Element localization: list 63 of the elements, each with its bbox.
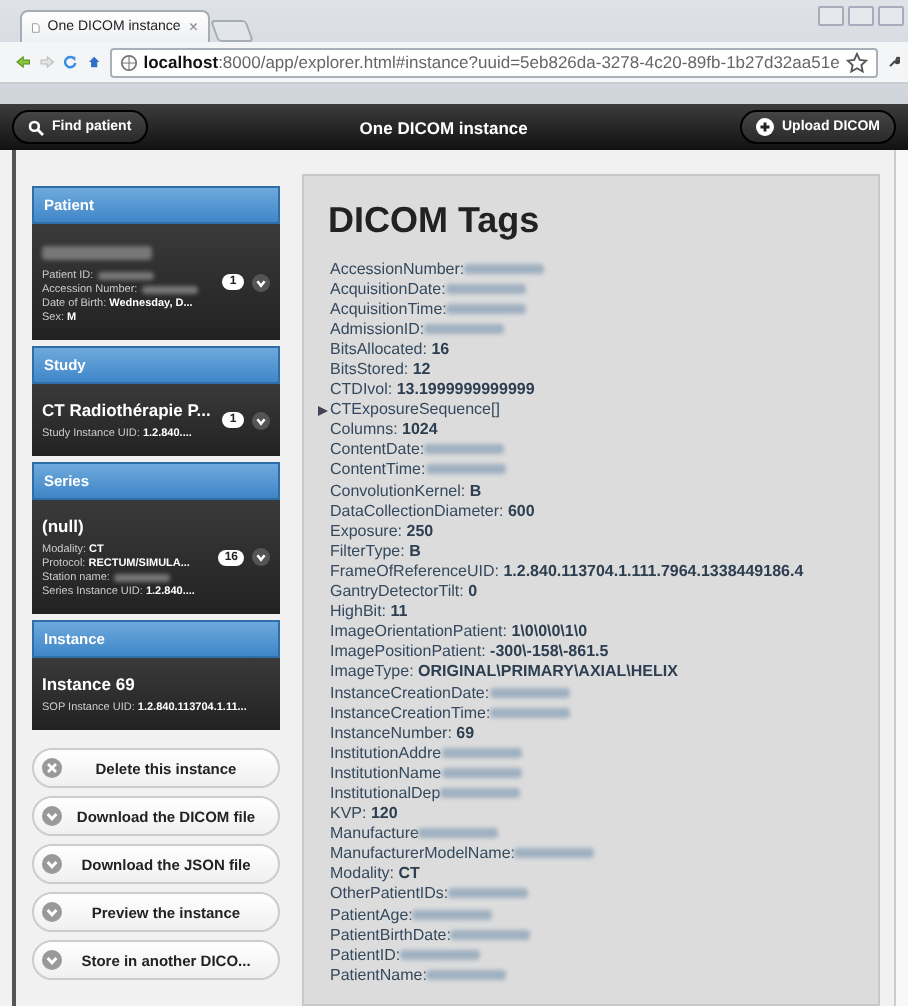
tag-entry: GantryDetectorTilt: 0: [330, 582, 478, 601]
tag-name: AccessionNumber:: [330, 259, 465, 278]
arrow-circle-icon[interactable]: [252, 411, 270, 429]
tag-entry: ImageOrientationPatient: 1\0\0\0\1\0: [330, 622, 588, 641]
tag-entry: FilterType: B: [330, 541, 421, 560]
panel-title: Instance 69: [42, 674, 137, 696]
address-bar[interactable]: localhost:8000/app/explorer.html#instance?uuid=5eb826da-3278-4c20-89fb-1b27d32aa51e: [109, 47, 878, 77]
arrow-circle-icon[interactable]: [252, 548, 270, 566]
tag-entry: Exposure: 250: [330, 521, 434, 540]
tag-name: ManufacturerModelName:: [330, 844, 515, 863]
page-title: One DICOM instance: [359, 117, 528, 137]
globe-icon: [119, 53, 138, 71]
tags-heading: DICOM Tags: [328, 200, 542, 242]
tag-name: OtherPatientIDs:: [330, 884, 449, 903]
tag-name: PatientName:: [330, 965, 427, 984]
tag-name: InstanceCreationDate:: [330, 683, 490, 702]
tag-entry: BitsAllocated: 16: [330, 339, 450, 358]
tag-name: AdmissionID:: [330, 319, 425, 338]
scrollbar[interactable]: [894, 150, 908, 1006]
close-button[interactable]: [878, 6, 904, 26]
maximize-button[interactable]: [848, 6, 874, 26]
tag-name: AcquisitionTime:: [330, 299, 447, 318]
expand-icon[interactable]: [318, 405, 328, 416]
tag-entry: ImagePositionPatient: -300\-158\-861.5: [330, 642, 609, 661]
star-icon[interactable]: [845, 51, 868, 73]
tag-entry: ImageType: ORIGINAL\PRIMARY\AXIAL\HELIX: [330, 662, 678, 681]
tag-name: AcquisitionDate:: [330, 279, 446, 298]
tag-name: InstitutionalDep: [330, 783, 441, 802]
tag-name: PatientAge:: [330, 905, 413, 924]
tag-name: ContentTime:: [330, 460, 426, 479]
arrow-circle-icon[interactable]: [252, 273, 270, 291]
chevron-down-icon: [42, 806, 62, 826]
tag-name: PatientID:: [330, 945, 401, 964]
plus-icon: [756, 118, 774, 136]
search-icon: [28, 119, 44, 135]
tag-name: ContentDate:: [330, 440, 425, 459]
minimize-button[interactable]: [818, 6, 844, 26]
back-arrow-icon[interactable]: [16, 50, 31, 74]
tag-entry: ConvolutionKernel: B: [330, 481, 482, 500]
tag-entry: Modality: CT: [330, 864, 420, 883]
tag-name: PatientBirthDate:: [330, 925, 451, 944]
tag-entry: CTDIvol: 13.1999999999999: [330, 380, 535, 399]
reload-icon[interactable]: [64, 50, 78, 74]
close-icon: [42, 758, 62, 778]
chevron-down-icon: [42, 854, 62, 874]
chevron-down-icon: [42, 950, 62, 970]
panel-title: (null): [42, 516, 86, 538]
page-icon: [32, 17, 40, 37]
new-tab-button[interactable]: [210, 20, 254, 42]
tag-name: InstitutionName: [330, 763, 442, 782]
tag-name: InstanceCreationTime:: [330, 703, 491, 722]
tag-name[interactable]: CTExposureSequence[]: [330, 400, 500, 419]
tag-name: Manufacture: [330, 824, 419, 843]
tag-entry: KVP: 120: [330, 804, 398, 823]
tag-entry: Columns: 1024: [330, 420, 438, 439]
tag-entry: DataCollectionDiameter: 600: [330, 501, 535, 520]
tag-entry: InstanceNumber: 69: [330, 723, 475, 742]
tag-name: InstitutionAddre: [330, 743, 442, 762]
tag-entry: BitsStored: 12: [330, 360, 431, 379]
chevron-down-icon: [42, 902, 62, 922]
tag-entry: HighBit: 11: [330, 602, 408, 621]
panel-title: CT Radiothérapie P...: [42, 400, 213, 422]
tag-entry: FrameOfReferenceUID: 1.2.840.113704.1.111.7964.1338449186.4: [330, 561, 804, 580]
